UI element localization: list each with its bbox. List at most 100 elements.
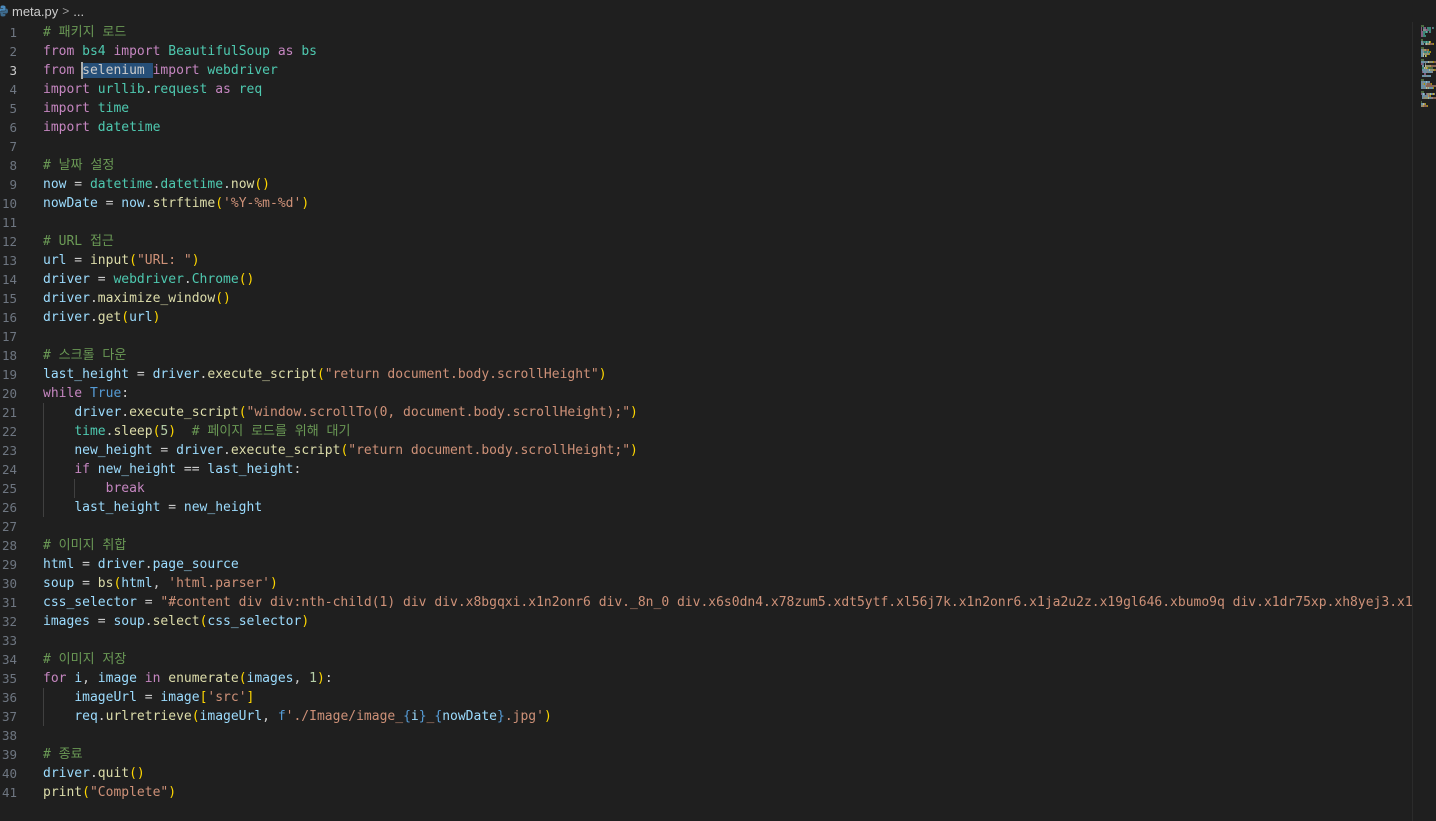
- code-text[interactable]: time.sleep(5) # 페이지 로드를 위해 대기: [43, 422, 350, 441]
- code-text[interactable]: driver.maximize_window(): [43, 289, 231, 308]
- code-text[interactable]: req.urlretrieve(imageUrl, f'./Image/imag…: [43, 707, 551, 726]
- code-text[interactable]: now = datetime.datetime.now(): [43, 175, 270, 194]
- code-line[interactable]: 5 import time: [0, 99, 1412, 118]
- code-line[interactable]: 37 req.urlretrieve(imageUrl, f'./Image/i…: [0, 707, 1412, 726]
- code-token: as: [277, 44, 294, 59]
- code-line[interactable]: 31 css_selector = "#content div div:nth-c…: [0, 593, 1412, 612]
- code-text[interactable]: images = soup.select(css_selector): [43, 612, 309, 631]
- code-line[interactable]: 13 url = input("URL: "): [0, 251, 1412, 270]
- code-text[interactable]: soup = bs(html, 'html.parser'): [43, 574, 278, 593]
- code-text[interactable]: driver.get(url): [43, 308, 160, 327]
- code-line[interactable]: 23 new_height = driver.execute_script("r…: [0, 441, 1412, 460]
- code-editor[interactable]: 1 # 패키지 로드 2 from bs4 import BeautifulSoup …: [0, 22, 1412, 821]
- code-line[interactable]: 27: [0, 517, 1412, 536]
- code-line[interactable]: 14 driver = webdriver.Chrome(): [0, 270, 1412, 289]
- code-line[interactable]: 3 from selenium import webdriver: [0, 61, 1412, 80]
- code-text[interactable]: while True:: [43, 384, 129, 403]
- breadcrumb[interactable]: meta.py > ...: [0, 0, 1436, 22]
- code-line[interactable]: 28 # 이미지 취합: [0, 536, 1412, 555]
- minimap[interactable]: [1412, 22, 1436, 821]
- code-text[interactable]: import time: [43, 99, 129, 118]
- code-line[interactable]: 11: [0, 213, 1412, 232]
- code-line[interactable]: 4 import urllib.request as req: [0, 80, 1412, 99]
- line-number: 35: [1, 671, 17, 686]
- code-token: now: [121, 196, 145, 211]
- code-text[interactable]: # 날짜 설정: [43, 156, 114, 175]
- code-line[interactable]: 35 for i, image in enumerate(images, 1):: [0, 669, 1412, 688]
- code-text[interactable]: imageUrl = image['src']: [43, 688, 254, 707]
- code-text[interactable]: # URL 접근: [43, 232, 114, 251]
- code-text[interactable]: html = driver.page_source: [43, 555, 239, 574]
- code-text[interactable]: # 이미지 취합: [43, 536, 126, 555]
- code-text[interactable]: print("Complete"): [43, 783, 176, 802]
- code-line[interactable]: 19 last_height = driver.execute_script("r…: [0, 365, 1412, 384]
- code-text[interactable]: css_selector = "#content div div:nth-chi…: [43, 593, 1412, 612]
- code-token: }: [418, 709, 427, 724]
- code-text[interactable]: last_height = driver.execute_script("ret…: [43, 365, 607, 384]
- code-text[interactable]: last_height = new_height: [43, 498, 262, 517]
- code-token: =: [136, 595, 161, 610]
- code-text[interactable]: nowDate = now.strftime('%Y-%m-%d'): [43, 194, 309, 213]
- code-line[interactable]: 17: [0, 327, 1412, 346]
- code-text[interactable]: driver.quit(): [43, 764, 145, 783]
- code-text[interactable]: new_height = driver.execute_script("retu…: [43, 441, 638, 460]
- code-text[interactable]: # 이미지 저장: [43, 650, 126, 669]
- code-line[interactable]: 26 last_height = new_height: [0, 498, 1412, 517]
- code-text[interactable]: driver.execute_script("window.scrollTo(0…: [43, 403, 638, 422]
- code-text[interactable]: url = input("URL: "): [43, 251, 200, 270]
- code-text[interactable]: import datetime: [43, 118, 160, 137]
- code-line[interactable]: 18 # 스크롤 다운: [0, 346, 1412, 365]
- code-text[interactable]: break: [43, 479, 145, 498]
- code-line[interactable]: 10 nowDate = now.strftime('%Y-%m-%d'): [0, 194, 1412, 213]
- code-line[interactable]: 36 imageUrl = image['src']: [0, 688, 1412, 707]
- code-text[interactable]: # 종료: [43, 745, 83, 764]
- code-line[interactable]: 20 while True:: [0, 384, 1412, 403]
- code-token: (): [238, 272, 255, 287]
- code-line[interactable]: 40 driver.quit(): [0, 764, 1412, 783]
- code-line[interactable]: 34 # 이미지 저장: [0, 650, 1412, 669]
- line-number: 6: [9, 120, 17, 135]
- code-text[interactable]: from selenium import webdriver: [43, 61, 278, 80]
- code-line[interactable]: 1 # 패키지 로드: [0, 23, 1412, 42]
- code-line[interactable]: 29 html = driver.page_source: [0, 555, 1412, 574]
- code-token: .: [144, 614, 153, 629]
- line-number: 9: [9, 177, 17, 192]
- code-line[interactable]: 38: [0, 726, 1412, 745]
- code-token: =: [89, 614, 114, 629]
- code-line[interactable]: 22 time.sleep(5) # 페이지 로드를 위해 대기: [0, 422, 1412, 441]
- code-line[interactable]: 7: [0, 137, 1412, 156]
- breadcrumb-more[interactable]: ...: [73, 4, 84, 19]
- code-token: './Image/image_: [285, 709, 404, 724]
- code-token: # 이미지 취합: [43, 538, 127, 553]
- code-text[interactable]: from bs4 import BeautifulSoup as bs: [43, 42, 317, 61]
- code-line[interactable]: 9 now = datetime.datetime.now(): [0, 175, 1412, 194]
- code-text[interactable]: for i, image in enumerate(images, 1):: [43, 669, 333, 688]
- code-line[interactable]: 32 images = soup.select(css_selector): [0, 612, 1412, 631]
- code-text[interactable]: import urllib.request as req: [43, 80, 262, 99]
- code-text[interactable]: # 스크롤 다운: [43, 346, 126, 365]
- code-text[interactable]: # 패키지 로드: [43, 23, 126, 42]
- line-number: 4: [9, 82, 17, 97]
- code-line[interactable]: 41 print("Complete"): [0, 783, 1412, 802]
- code-line[interactable]: 24 if new_height == last_height:: [0, 460, 1412, 479]
- code-line[interactable]: 8 # 날짜 설정: [0, 156, 1412, 175]
- code-text[interactable]: driver = webdriver.Chrome(): [43, 270, 254, 289]
- code-token: 'html.parser': [168, 576, 270, 591]
- code-line[interactable]: 21 driver.execute_script("window.scrollT…: [0, 403, 1412, 422]
- code-line[interactable]: 12 # URL 접근: [0, 232, 1412, 251]
- code-line[interactable]: 16 driver.get(url): [0, 308, 1412, 327]
- code-line[interactable]: 33: [0, 631, 1412, 650]
- breadcrumb-file[interactable]: meta.py: [12, 4, 58, 19]
- code-line[interactable]: 6 import datetime: [0, 118, 1412, 137]
- code-line[interactable]: 15 driver.maximize_window(): [0, 289, 1412, 308]
- indent-guide: [43, 441, 44, 460]
- code-line[interactable]: 39 # 종료: [0, 745, 1412, 764]
- code-line[interactable]: 2 from bs4 import BeautifulSoup as bs: [0, 42, 1412, 61]
- code-text[interactable]: if new_height == last_height:: [43, 460, 301, 479]
- code-line[interactable]: 30 soup = bs(html, 'html.parser'): [0, 574, 1412, 593]
- code-line[interactable]: 25 break: [0, 479, 1412, 498]
- code-token: .jpg': [504, 709, 544, 724]
- indent-guide: [43, 498, 44, 517]
- code-token: import: [113, 44, 161, 59]
